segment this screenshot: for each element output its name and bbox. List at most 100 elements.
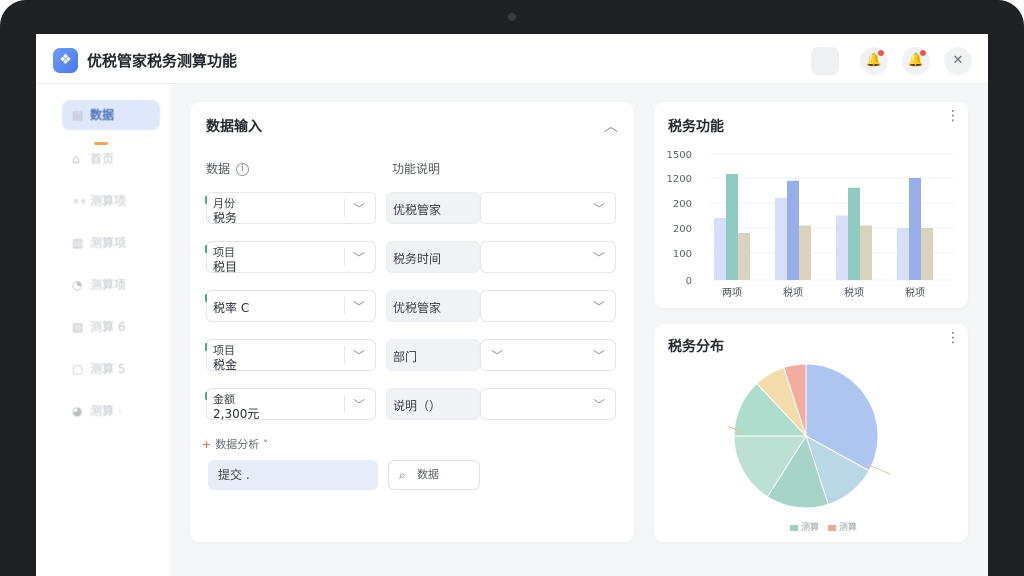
chevron-down-icon[interactable]: ﹀ bbox=[593, 298, 605, 315]
tax-select[interactable]: 项目 税金 ﹀ bbox=[205, 339, 376, 372]
right-field-label-2: 税务时间 bbox=[386, 241, 480, 273]
chevron-down-icon[interactable]: ﹀ bbox=[593, 200, 605, 217]
field-value: 税目 bbox=[213, 260, 238, 274]
chevron-down-icon[interactable]: ﹀ bbox=[353, 298, 365, 315]
sidebar-item-2[interactable]: ∘∘ 测算项 bbox=[62, 186, 160, 216]
grid-icon: ▥ bbox=[72, 236, 84, 250]
chart-icon: ◕ bbox=[72, 404, 83, 418]
panel-title: 数据输入 bbox=[206, 119, 262, 135]
search-icon: ⌕ bbox=[399, 468, 406, 482]
sidebar-item-7[interactable]: ◕ 测算 · bbox=[62, 396, 160, 426]
chevron-down-icon[interactable]: ﹀ bbox=[353, 396, 365, 413]
right-select-3[interactable]: ﹀ bbox=[480, 290, 616, 322]
field-value: 说明（） bbox=[393, 399, 442, 413]
tag-mark bbox=[205, 245, 208, 253]
advanced-toggle-label: 数据分析 bbox=[215, 438, 260, 451]
chevron-down-icon[interactable]: ﹀ bbox=[353, 200, 365, 217]
data-input-panel: 数据输入 ︿ 数据 i 功能说明 月份 税务 ﹀ 项目 税目 ﹀ 税率 C ﹀ 项… bbox=[190, 102, 634, 542]
bar bbox=[909, 178, 921, 280]
chevron-down-icon[interactable]: ﹀ bbox=[593, 249, 605, 266]
right-select-1[interactable]: ﹀ bbox=[480, 192, 616, 224]
alert-icon[interactable]: 🔔 bbox=[902, 47, 930, 75]
divider bbox=[344, 395, 345, 413]
sidebar-item-label: 测算项 bbox=[90, 194, 127, 208]
divider bbox=[344, 346, 345, 364]
legend-swatch bbox=[827, 524, 836, 531]
sidebar-item-6[interactable]: ▢ 测算 5 bbox=[62, 354, 160, 384]
sidebar-item-label: 测算 5 bbox=[90, 362, 126, 376]
sidebar-item-data[interactable]: ▤ 数据 bbox=[62, 100, 160, 130]
search-button-label: 数据 bbox=[417, 468, 439, 481]
right-select-4[interactable]: ﹀ ﹀ bbox=[480, 339, 616, 371]
item-select[interactable]: 项目 税目 ﹀ bbox=[205, 241, 376, 274]
bar-chart-panel: 税务功能 ⋮ 1500 1200 200 200 100 0 两项 税项 税项 税项 bbox=[654, 102, 968, 308]
sidebar-item-label: 测算 · bbox=[90, 404, 122, 418]
legend-swatch bbox=[790, 524, 798, 531]
left-column-header-text: 数据 bbox=[206, 162, 231, 176]
search-button[interactable]: ⌕ 数据 bbox=[388, 460, 480, 490]
field-value: 税金 bbox=[213, 358, 238, 372]
y-tick-label: 100 bbox=[673, 249, 692, 260]
right-field-label-5: 说明（） bbox=[386, 388, 480, 420]
chevron-down-icon[interactable]: ﹀ bbox=[593, 347, 605, 364]
badge-dot bbox=[878, 50, 884, 56]
right-select-5[interactable]: ﹀ bbox=[480, 388, 616, 420]
x-tick-label: 税项 bbox=[905, 286, 925, 299]
y-tick-label: 200 bbox=[673, 199, 692, 210]
x-tick-label: 税项 bbox=[844, 286, 864, 299]
close-icon[interactable]: ✕ bbox=[944, 47, 972, 75]
app-title: 优税管家税务测算功能 bbox=[87, 52, 238, 70]
tag-mark bbox=[205, 294, 208, 302]
sidebar-item-4[interactable]: ◔ 测算项 bbox=[62, 270, 160, 300]
bar bbox=[726, 174, 738, 280]
bar-chart: 1500 1200 200 200 100 0 两项 税项 税项 税项 bbox=[667, 150, 954, 299]
bar bbox=[897, 228, 909, 280]
bar bbox=[738, 233, 750, 280]
bar bbox=[799, 225, 811, 280]
tag-mark bbox=[205, 196, 208, 204]
info-icon[interactable]: i bbox=[236, 163, 250, 176]
camera-dot bbox=[508, 13, 516, 21]
chevron-down-icon[interactable]: ﹀ bbox=[353, 249, 365, 266]
submit-button[interactable]: 提交 . bbox=[208, 460, 378, 490]
sidebar-item-5[interactable]: ▧ 测算 6 bbox=[62, 312, 160, 342]
field-value: 税率 C bbox=[213, 301, 250, 315]
pie-icon: ◔ bbox=[72, 278, 83, 292]
field-value: 优税管家 bbox=[393, 203, 442, 217]
advanced-toggle[interactable]: + 数据分析 ˅ bbox=[202, 436, 268, 452]
field-value: 部门 bbox=[393, 350, 418, 364]
field-value: 税务时间 bbox=[393, 252, 442, 266]
sidebar: ▤ 数据 ⌂ 首页 ∘∘ 测算项 ▥ 测算项 ◔ 测算项 ▧ 测算 6 ▢ 测算 5 ◕ 测算 … bbox=[36, 84, 170, 576]
table-icon: ▧ bbox=[72, 320, 84, 334]
right-column-header: 功能说明 bbox=[392, 162, 441, 176]
right-select-2[interactable]: ﹀ bbox=[480, 241, 616, 273]
notification-icon[interactable]: 🔔 bbox=[860, 47, 888, 75]
y-tick-label: 0 bbox=[686, 276, 692, 287]
field-value: 优税管家 bbox=[393, 301, 442, 315]
y-tick-label: 200 bbox=[673, 224, 692, 235]
chevron-down-icon[interactable]: ﹀ bbox=[353, 347, 365, 364]
pie-chart bbox=[727, 363, 891, 509]
list-icon: ▤ bbox=[72, 108, 84, 122]
pie-legend: 测算 测算 bbox=[784, 520, 857, 533]
sidebar-item-home[interactable]: ⌂ 首页 bbox=[62, 144, 160, 174]
bar bbox=[787, 180, 799, 280]
y-tick-label: 1200 bbox=[667, 174, 692, 185]
divider bbox=[344, 248, 345, 266]
legend-label: 测算 bbox=[801, 523, 820, 533]
app-header: ❖ 优税管家税务测算功能 🔔 🔔 ✕ bbox=[36, 34, 988, 84]
chevron-down-icon[interactable]: ﹀ bbox=[593, 396, 605, 413]
expand-icon: + bbox=[202, 438, 212, 451]
rate-select[interactable]: 税率 C ﹀ bbox=[205, 290, 376, 322]
sidebar-item-label: 测算项 bbox=[90, 278, 127, 292]
chevron-down-icon[interactable]: ﹀ bbox=[491, 347, 503, 364]
amount-select[interactable]: 金额 2,300元 ﹀ bbox=[205, 388, 376, 421]
field-value: 税务 bbox=[213, 211, 238, 225]
right-field-label-4: 部门 bbox=[386, 339, 480, 371]
sidebar-item-3[interactable]: ▥ 测算项 bbox=[62, 228, 160, 258]
bar bbox=[775, 198, 787, 280]
dots-icon: ∘∘ bbox=[72, 194, 88, 208]
square-button[interactable] bbox=[811, 47, 839, 75]
month-select[interactable]: 月份 税务 ﹀ bbox=[205, 192, 376, 225]
collapse-icon[interactable]: ︿ bbox=[604, 116, 618, 136]
